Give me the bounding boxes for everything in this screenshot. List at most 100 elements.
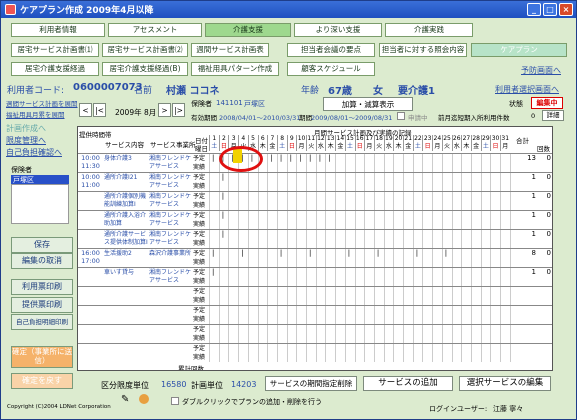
table-row[interactable]: 予定 実績 [78, 286, 552, 305]
plan-mark[interactable]: | [328, 154, 330, 163]
table-row[interactable]: 10:00 11:30 身体介護3 湘南フレンドケアサービス 予定 実績 13 0 | | | | |… [78, 153, 552, 172]
plan-mark[interactable]: | [222, 211, 224, 220]
nav-welfare-pattern[interactable]: 福祉用具パターン作成 [191, 62, 279, 76]
copyright: Copyright (C)2004 LDNet Corporation [7, 404, 111, 410]
day-cell: 2 [218, 135, 229, 143]
plan-mark[interactable]: | [212, 154, 214, 163]
row-provider: 湘南フレンドケアサービス [149, 231, 192, 246]
nav-plan-1[interactable]: 居宅サービス計画書⑴ [11, 43, 99, 57]
nav-customer-schedule[interactable]: 顧客スケジュール [287, 62, 375, 76]
plan-create-link[interactable]: 計画作成へ [6, 123, 46, 134]
weekday-cell: 土 [344, 143, 355, 151]
plan-mark[interactable]: | [348, 249, 350, 258]
weekday-cell: 月 [432, 143, 442, 151]
plan-mark[interactable]: | [212, 249, 214, 258]
plan-mark[interactable]: | [212, 268, 214, 277]
undo-edit-button[interactable]: 編集の取消 [11, 253, 73, 269]
delete-period-button[interactable]: サービスの期間指定削除 [265, 376, 357, 391]
nav-support-log-b[interactable]: 居宅介護支援経過(B) [102, 62, 188, 76]
nav-plan-2[interactable]: 居宅サービス計画書⑵ [102, 43, 188, 57]
plan-mark[interactable]: | [377, 249, 379, 258]
plan-mark[interactable]: | [309, 154, 311, 163]
user-select-link[interactable]: 利用者選択画面へ [495, 84, 559, 95]
prev-month-button[interactable]: < [79, 103, 92, 117]
plan-mark[interactable]: | [270, 154, 272, 163]
limit-manage-link[interactable]: 限度管理へ [6, 135, 46, 146]
print-usage-button[interactable]: 利用票印刷 [11, 279, 73, 295]
plan-mark[interactable]: | [222, 173, 224, 182]
table-row[interactable]: 通所介護入浴介助加算 湘南フレンドケアサービス 予定 実績 1 0 | [78, 210, 552, 229]
weekday-cell: 火 [306, 143, 316, 151]
plan-label: 計画単位 [191, 381, 223, 390]
last-month-button[interactable]: |> [172, 103, 185, 117]
table-row[interactable]: 予定 実績 [78, 305, 552, 324]
day-cell: 27 [461, 135, 471, 143]
plan-mark[interactable]: | [416, 249, 418, 258]
schedule-grid: 月間サービス計画及び実績の記録 提供時間帯 サービス内容 サービス事業所 日付 … [77, 126, 553, 371]
nav-user-info[interactable]: 利用者情報 [11, 23, 105, 37]
table-row[interactable]: 予定 実績 [78, 324, 552, 343]
edit-service-button[interactable]: 選択サービスの編集 [459, 376, 551, 391]
first-month-button[interactable]: |< [93, 103, 106, 117]
dblclick-checkbox[interactable] [171, 397, 179, 405]
unconfirm-button[interactable]: 確定を戻す [11, 373, 73, 389]
apply-checkbox[interactable] [397, 112, 405, 120]
day-cell: 30 [490, 135, 500, 143]
table-row[interactable]: 予定 実績 [78, 343, 552, 362]
insurer-select[interactable]: 戸塚区 [11, 175, 69, 184]
table-row[interactable]: 通所介護サービス提供体制加算Ⅰ 湘南フレンドケアサービス 予定 実績 1 0 | [78, 229, 552, 248]
print-provision-button[interactable]: 提供票印刷 [11, 297, 73, 313]
plan-mark[interactable]: | [299, 154, 301, 163]
plan-mark[interactable]: | [222, 230, 224, 239]
plan-mark[interactable]: | [309, 249, 311, 258]
next-month-button[interactable]: > [158, 103, 171, 117]
plan-value: 14203 [231, 380, 257, 389]
print-selfpay-button[interactable]: 自己負担明細印刷 [11, 314, 73, 330]
row-plan-label: 予定 [193, 345, 206, 352]
nav-weekly-plan[interactable]: 週間サービス計画表 [191, 43, 269, 57]
weekday-cell: 土 [276, 143, 287, 151]
nav-meeting-points[interactable]: 担当者会議の要点 [287, 43, 375, 57]
table-row[interactable]: 10:00 11:00 通所介護Ⅰ21 湘南フレンドケアサービス 予定 実績 1 0 | [78, 172, 552, 191]
table-row[interactable]: 通所介護個別機能訓練加算Ⅰ 湘南フレンドケアサービス 予定 実績 1 0 | [78, 191, 552, 210]
plan-mark[interactable]: | [222, 192, 224, 201]
self-pay-link[interactable]: 自己負担確認へ [6, 147, 62, 158]
nav-careplan[interactable]: ケアプラン [471, 43, 567, 57]
table-row[interactable]: 車いす貸与 湘南フレンドケアサービス 予定 実績 1 0 | [78, 267, 552, 286]
insurer-list[interactable] [11, 184, 69, 224]
add-service-button[interactable]: サービスの追加 [363, 376, 453, 391]
nav-deeper-support[interactable]: より深い支援 [294, 23, 382, 37]
nav-care-support[interactable]: 介護支援 [205, 23, 291, 37]
expand-welfare-link[interactable]: 福祉用具月累を展開 [6, 109, 65, 119]
add-subtract-button[interactable]: 加算・減算表示 [323, 97, 413, 111]
close-button[interactable]: × [559, 3, 573, 16]
nav-care-practice[interactable]: 介護実践 [385, 23, 473, 37]
plan-mark[interactable]: | [280, 154, 282, 163]
row-total: 1 [531, 211, 536, 219]
prevention-link[interactable]: 予防画面へ [521, 65, 561, 76]
table-row[interactable]: 16:00 17:00 生活援助2 森沢介護事業所 予定 実績 8 0 | | | | | | | | [78, 248, 552, 267]
day-cell: 11 [306, 135, 316, 143]
tools-icon[interactable]: ✎ [121, 394, 129, 405]
plan-mark[interactable]: | [319, 154, 321, 163]
minimize-button[interactable]: _ [527, 3, 541, 16]
maximize-button[interactable]: □ [543, 3, 557, 16]
plan-mark[interactable]: | [241, 249, 243, 258]
limit-label: 区分限度単位 [101, 381, 149, 390]
row-service: 生活援助2 [104, 250, 132, 257]
nav-assessment[interactable]: アセスメント [108, 23, 202, 37]
confirm-send-button[interactable]: 確定（事業所に送信） [11, 346, 73, 368]
nav-inquiry[interactable]: 担当者に対する照会内容 [379, 43, 467, 57]
weekday-cell: 日 [490, 143, 500, 151]
plan-mark[interactable]: | [280, 249, 282, 258]
plan-mark[interactable]: | [445, 249, 447, 258]
detail-button[interactable]: 詳細 [542, 110, 564, 121]
weekday-cell: 日 [422, 143, 432, 151]
nav-support-log[interactable]: 居宅介護支援経過 [11, 62, 99, 76]
plan-mark[interactable]: | [290, 154, 292, 163]
row-actual-label: 実績 [193, 202, 206, 209]
save-button[interactable]: 保存 [11, 237, 73, 253]
expand-weekly-link[interactable]: 週間サービス計画を展開 [6, 98, 78, 108]
user-age: 67歳 [328, 86, 352, 97]
user-name: 村瀬 ココネ [166, 86, 220, 97]
